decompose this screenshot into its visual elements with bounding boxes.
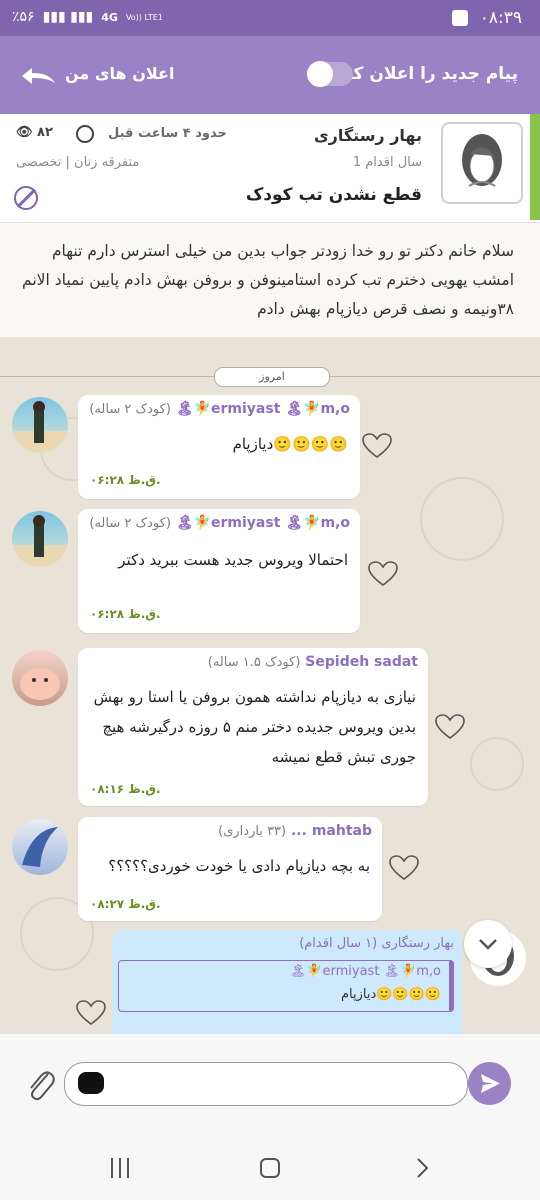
sender-name: mahtab ... (290, 823, 372, 839)
signal-icon: ▮▮▮ ▮▮▮ (42, 9, 94, 25)
sender-age: (کودک ۱.۵ ساله) (207, 655, 301, 670)
toggle-knob (307, 61, 333, 87)
like-heart-icon[interactable] (76, 1000, 106, 1026)
message-sender[interactable]: Sepideh sadat (کودک ۱.۵ ساله) (208, 654, 418, 670)
post-body-text: سلام خانم دکتر تو رو خدا زودتر جواب بدین… (22, 242, 514, 318)
message-time: ۰۶:۲۸ ق.ظ. (90, 607, 161, 621)
date-divider-label: امروز (214, 367, 330, 387)
post-time: حدود ۴ ساعت قبل (108, 126, 227, 141)
background-doodle (420, 477, 504, 561)
notify-label: پیام جدید را اعلان کن (338, 64, 518, 84)
sender-name: Sepideh sadat (305, 654, 418, 670)
status-accent-bar (530, 114, 540, 220)
quoted-sender: ermiyast 🏝🧚m,o🧚🏝 (289, 964, 441, 979)
baby-photo-icon (20, 668, 60, 700)
message-time: ۰۸:۲۷ ق.ظ. (90, 897, 161, 911)
post-body: سلام خانم دکتر تو رو خدا زودتر جواب بدین… (0, 223, 540, 337)
app-header: پیام جدید را اعلان کن اعلان های من (0, 36, 540, 114)
views-value: ۸۲ (37, 125, 53, 140)
message-sender[interactable]: mahtab ... (۳۳ بارداری) (218, 823, 372, 839)
message-text: احتمالا ویروس جدید هست ببرید دکتر (118, 551, 348, 569)
status-time: ۰۸:۳۹ (479, 8, 522, 28)
post-category: متفرقه زنان | تخصصی (16, 155, 140, 170)
chat-area[interactable]: امروز ermiyast 🏝🧚m,o🧚🏝 (کودک ۲ ساله) 🙂🙂🙂… (0, 337, 540, 1034)
sender-age: (کودک ۲ ساله) (89, 402, 171, 417)
user-avatar[interactable] (12, 511, 68, 567)
like-heart-icon[interactable] (389, 855, 419, 881)
beach-photo-icon (12, 515, 68, 567)
back-chevron-icon[interactable] (410, 1156, 434, 1180)
message-time: ۰۶:۲۸ ق.ظ. (90, 473, 161, 487)
views-count: 👁 ۸۲ (16, 125, 53, 140)
status-left: ٪۵۶ ▮▮▮ ▮▮▮ 4G Vo)) LTE1 (12, 9, 163, 25)
post-author-sub: 1 سال اقدام (352, 155, 422, 170)
my-reply-sender: بهار رستگاری (۱ سال اقدام) (299, 936, 454, 951)
send-icon (481, 1074, 500, 1093)
back-arrow-icon[interactable] (18, 64, 58, 86)
quoted-message[interactable]: ermiyast 🏝🧚m,o🧚🏝 🙂🙂🙂🙂دیازپام (118, 960, 454, 1012)
message-bubble[interactable]: ermiyast 🏝🧚m,o🧚🏝 (کودک ۲ ساله) 🙂🙂🙂🙂دیازپ… (78, 395, 360, 499)
system-nav-bar (0, 1134, 540, 1200)
like-heart-icon[interactable] (368, 561, 398, 587)
sender-name: ermiyast 🏝🧚m,o🧚🏝 (175, 401, 350, 417)
post-title: قطع نشدن تب کودک (245, 185, 422, 205)
post-card: بهار رستگاری 1 سال اقدام قطع نشدن تب کود… (0, 114, 540, 223)
message-sender[interactable]: ermiyast 🏝🧚m,o🧚🏝 (کودک ۲ ساله) (89, 401, 350, 417)
status-bar: ٪۵۶ ▮▮▮ ▮▮▮ 4G Vo)) LTE1 ۰۸:۳۹ (0, 0, 540, 36)
message-bubble[interactable]: ermiyast 🏝🧚m,o🧚🏝 (کودک ۲ ساله) احتمالا و… (78, 509, 360, 633)
clock-icon (76, 125, 94, 143)
author-avatar[interactable] (441, 122, 523, 204)
user-avatar[interactable] (12, 650, 68, 706)
like-heart-icon[interactable] (435, 714, 465, 740)
block-icon[interactable] (14, 186, 38, 210)
chevron-down-icon (479, 939, 497, 950)
sender-age: (کودک ۲ ساله) (89, 516, 171, 531)
message-text: به بچه دیازپام دادی یا خودت خوردی؟؟؟؟؟ (108, 857, 370, 875)
battery-text: ٪۵۶ (12, 9, 35, 25)
emoji-sticker-icon[interactable] (78, 1072, 104, 1094)
background-doodle (470, 737, 524, 791)
quoted-text: 🙂🙂🙂🙂دیازپام (340, 987, 441, 1002)
network-sub-label: Vo)) LTE1 (125, 12, 163, 22)
eye-icon: 👁 (16, 125, 33, 140)
checkbox-icon (452, 10, 468, 26)
woman-avatar-icon (462, 134, 502, 187)
user-avatar[interactable] (12, 397, 68, 453)
my-notifications-button[interactable]: اعلان های من (65, 64, 174, 83)
send-button[interactable] (468, 1062, 511, 1105)
composer (0, 1034, 540, 1134)
post-author[interactable]: بهار رستگاری (314, 126, 422, 145)
message-text: نیازی به دیازپام نداشته همون بروفن یا اس… (93, 688, 416, 766)
quote-bar (449, 961, 453, 1011)
sender-name: ermiyast 🏝🧚m,o🧚🏝 (175, 515, 350, 531)
recent-apps-icon[interactable] (108, 1156, 132, 1180)
user-avatar[interactable] (12, 819, 68, 875)
blue-hair-art-icon (22, 827, 58, 867)
my-reply-bubble[interactable]: بهار رستگاری (۱ سال اقدام) ermiyast 🏝🧚m,… (112, 930, 462, 1034)
home-icon[interactable] (258, 1156, 282, 1180)
attach-icon[interactable] (24, 1064, 58, 1104)
notify-toggle[interactable] (307, 61, 353, 87)
message-text: 🙂🙂🙂🙂دیازپام (232, 435, 348, 453)
message-input[interactable] (64, 1062, 468, 1106)
message-bubble[interactable]: mahtab ... (۳۳ بارداری) به بچه دیازپام د… (78, 817, 382, 921)
network-label: 4G (101, 10, 118, 24)
message-sender[interactable]: ermiyast 🏝🧚m,o🧚🏝 (کودک ۲ ساله) (89, 515, 350, 531)
message-time: ۰۸:۱۶ ق.ظ. (90, 782, 161, 796)
message-bubble[interactable]: Sepideh sadat (کودک ۱.۵ ساله) نیازی به د… (78, 648, 428, 806)
beach-photo-icon (12, 401, 68, 453)
sender-age: (۳۳ بارداری) (218, 824, 287, 839)
like-heart-icon[interactable] (362, 433, 392, 459)
scroll-down-button[interactable] (464, 920, 512, 968)
